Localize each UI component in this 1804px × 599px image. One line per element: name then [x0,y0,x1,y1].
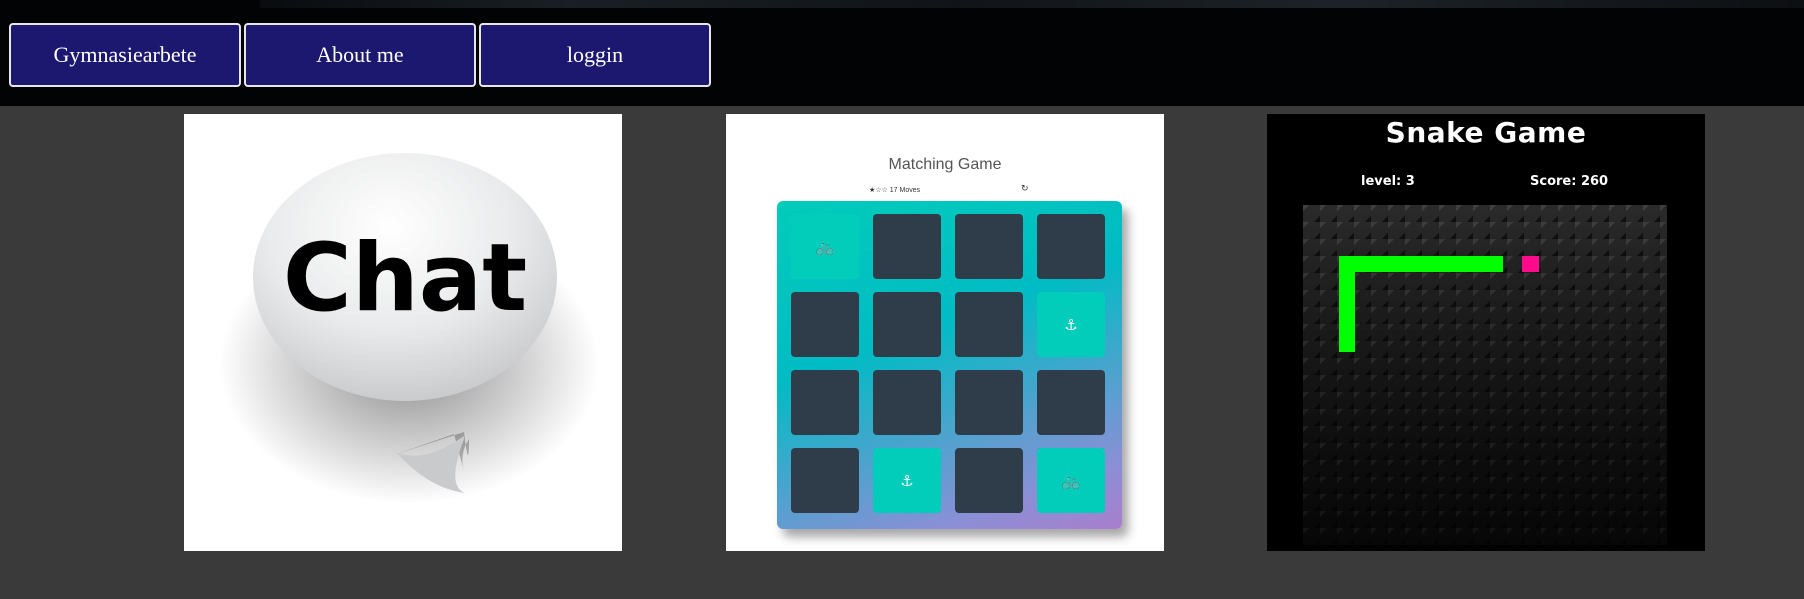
memory-card: 🚲 [1037,448,1105,513]
memory-card [955,214,1023,279]
memory-card [873,292,941,357]
snake-body-vertical [1339,256,1355,352]
matching-game-stats: ★☆☆ 17 Moves [869,186,920,194]
header-texture [260,0,1804,8]
memory-card: 🚲 [791,214,859,279]
matching-game-title: Matching Game [888,156,1002,173]
snake-game-project-card[interactable]: Snake Game level: 3 Score: 260 [1267,114,1705,551]
chat-bubble-text: Chat [283,224,527,333]
restart-icon: ↻ [1021,184,1029,194]
snake-body-horizontal [1339,256,1503,272]
chat-project-card[interactable]: Chat [184,114,622,551]
matching-game-board: 🚲 ⚓ ⚓ 🚲 [777,201,1122,529]
memory-card [955,370,1023,435]
memory-card [955,448,1023,513]
memory-card [955,292,1023,357]
snake-level: level: 3 [1361,174,1415,189]
nav-button-loggin[interactable]: loggin [479,23,711,87]
memory-card [873,370,941,435]
memory-card: ⚓ [873,448,941,513]
memory-card [791,292,859,357]
memory-card [1037,370,1105,435]
nav-button-gymnasiearbete[interactable]: Gymnasiearbete [9,23,241,87]
memory-card: ⚓ [1037,292,1105,357]
memory-card [1037,214,1105,279]
snake-game-title: Snake Game [1385,116,1587,149]
matching-game-project-card[interactable]: Matching Game ★☆☆ 17 Moves ↻ 🚲 ⚓ ⚓ 🚲 [726,114,1164,551]
chat-bubble-icon: Chat [219,153,599,504]
snake-game-field [1303,205,1667,545]
memory-card [873,214,941,279]
memory-card [791,448,859,513]
moves-counter: 17 Moves [889,187,921,194]
star-rating: ★☆☆ [869,187,888,194]
top-navigation-bar: Gymnasiearbete About me loggin [0,0,1804,106]
snake-food [1522,256,1539,272]
nav-button-about-me[interactable]: About me [244,23,476,87]
snake-score: Score: 260 [1530,174,1609,189]
memory-card [791,370,859,435]
